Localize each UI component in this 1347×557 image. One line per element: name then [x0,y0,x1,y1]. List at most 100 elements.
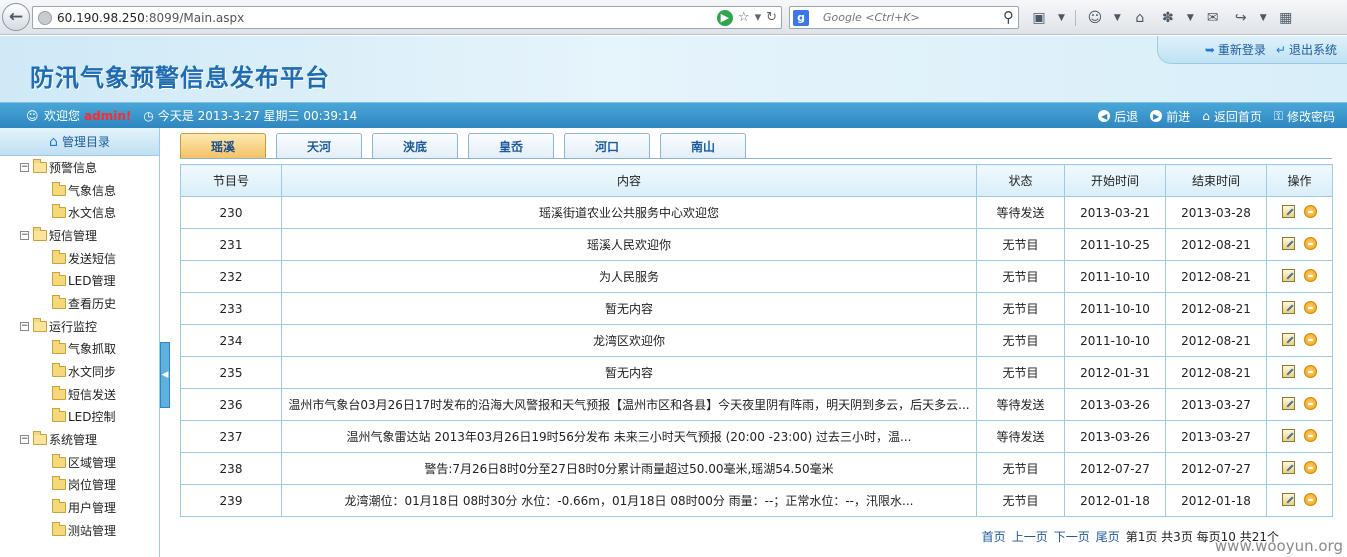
cell-status: 无节目 [976,260,1065,293]
nav-tree: − 预警信息 气象信息 水文信息 − 短信管理 发送短信 LED管理 查看历史 − 运… [0,156,159,542]
home-icon[interactable]: ⌂ [1131,9,1149,27]
collapse-toggle-icon[interactable]: − [20,162,29,172]
change-password-link[interactable]: ⚿ 修改密码 [1274,108,1335,125]
edit-icon[interactable] [1282,428,1295,442]
search-bar[interactable]: g ⚲ [789,6,1019,29]
tree-item-hydro-info[interactable]: 水文信息 [52,201,159,224]
delete-icon[interactable] [1304,268,1317,282]
col-header-end[interactable]: 结束时间 [1165,164,1267,197]
forward-link[interactable]: ▶ 前进 [1150,108,1190,125]
cell-status: 无节目 [976,356,1065,389]
delete-icon[interactable] [1304,332,1317,346]
tree-group-sms[interactable]: − 短信管理 [20,224,159,247]
chevron-down-icon[interactable]: ▼ [1114,13,1121,23]
tree-group-system[interactable]: − 系统管理 [20,428,159,451]
last-page-link[interactable]: 尾页 [1096,528,1120,545]
delete-icon[interactable] [1304,396,1317,410]
bug-icon[interactable]: ✽ [1159,9,1177,27]
edit-icon[interactable] [1282,204,1295,218]
windows-icon[interactable]: ▦ [1277,9,1295,27]
tab-nanshan[interactable]: 南山 [660,133,746,158]
forward-label: 前进 [1166,109,1191,124]
cell-id: 238 [180,452,282,485]
tab-yaoxi[interactable]: 瑶溪 [180,133,266,158]
cell-start: 2011-10-10 [1064,292,1166,325]
folder-open-icon [33,317,47,332]
edit-icon[interactable] [1282,460,1295,474]
tree-item-users[interactable]: 用户管理 [52,496,159,519]
tree-group-warning[interactable]: − 预警信息 [20,156,159,179]
tab-jiadi[interactable]: 浃底 [372,133,458,158]
reload-icon[interactable]: ↻ [766,10,777,25]
sidebar-collapse-handle[interactable]: ◀ [160,342,170,408]
address-bar[interactable]: 60.190.98.250:8099/Main.aspx ▶ ☆ ▾ ↻ [32,6,782,29]
screenshot-icon[interactable]: ▣ [1030,9,1048,27]
mail-icon[interactable]: ✉ [1204,9,1222,27]
collapse-toggle-icon[interactable]: − [20,230,29,240]
delete-icon[interactable] [1304,460,1317,474]
delete-icon[interactable] [1304,236,1317,250]
col-header-status[interactable]: 状态 [976,164,1065,197]
edit-icon[interactable] [1282,332,1295,346]
folder-open-icon [33,158,47,173]
share-icon[interactable]: ↪ [1232,9,1250,27]
edit-icon[interactable] [1282,364,1295,378]
tree-item-led-control[interactable]: LED控制 [52,406,159,429]
delete-icon[interactable] [1304,492,1317,506]
go-icon[interactable]: ▶ [716,9,733,26]
chevron-down-icon[interactable]: ▼ [1260,13,1267,23]
back-link[interactable]: ◀ 后退 [1098,108,1138,125]
sidebar-title: 管理目录 [61,135,110,149]
cell-id: 237 [180,420,282,453]
history-dropdown-icon[interactable]: ▾ [755,10,762,25]
tab-huangao[interactable]: 皇岙 [468,133,554,158]
collapse-toggle-icon[interactable]: − [20,435,29,445]
next-page-link[interactable]: 下一页 [1054,528,1090,545]
search-input[interactable] [823,11,993,24]
collapse-toggle-icon[interactable]: − [20,321,29,331]
chevron-down-icon[interactable]: ▼ [1187,13,1194,23]
tree-item-weather-fetch[interactable]: 气象抓取 [52,338,159,361]
edit-icon[interactable] [1282,236,1295,250]
col-header-start[interactable]: 开始时间 [1064,164,1166,197]
bookmark-star-icon[interactable]: ☆ [738,10,750,25]
tree-group-monitor[interactable]: − 运行监控 [20,315,159,338]
tab-hekou[interactable]: 河口 [564,133,650,158]
house-icon: ⌂ [1202,109,1210,123]
table-row: 234 龙湾区欢迎你 无节目 2011-10-10 2012-08-21 [180,324,1333,357]
tree-item-region[interactable]: 区域管理 [52,451,159,474]
cell-id: 235 [180,356,282,389]
tree-item-send-sms[interactable]: 发送短信 [52,247,159,270]
col-header-id[interactable]: 节目号 [180,164,282,197]
home-label: 返回首页 [1213,109,1262,124]
tree-item-hydro-sync[interactable]: 水文同步 [52,360,159,383]
home-link[interactable]: ⌂ 返回首页 [1202,108,1262,125]
search-icon[interactable]: ⚲ [1003,8,1014,26]
site-identity-icon[interactable] [38,10,52,25]
chevron-down-icon[interactable]: ▼ [1058,13,1065,23]
edit-icon[interactable] [1282,268,1295,282]
tree-item-post[interactable]: 岗位管理 [52,474,159,497]
smiley-icon[interactable]: ☺ [1086,9,1104,27]
delete-icon[interactable] [1304,300,1317,314]
edit-icon[interactable] [1282,300,1295,314]
tree-item-sms-send[interactable]: 短信发送 [52,383,159,406]
browser-back-button[interactable]: ← [2,3,30,31]
first-page-link[interactable]: 首页 [982,528,1006,545]
edit-icon[interactable] [1282,396,1295,410]
col-header-content[interactable]: 内容 [281,164,977,197]
cell-start: 2011-10-25 [1064,228,1166,261]
tree-item-led-manage[interactable]: LED管理 [52,269,159,292]
logout-link[interactable]: ↵ 退出系统 [1276,41,1337,58]
prev-page-link[interactable]: 上一页 [1012,528,1048,545]
google-engine-icon[interactable]: g [793,9,809,26]
tree-item-history[interactable]: 查看历史 [52,292,159,315]
delete-icon[interactable] [1304,428,1317,442]
tab-tianhe[interactable]: 天河 [276,133,362,158]
relogin-link[interactable]: ➥ 重新登录 [1205,41,1266,58]
tree-item-stations[interactable]: 测站管理 [52,519,159,542]
edit-icon[interactable] [1282,492,1295,506]
delete-icon[interactable] [1304,204,1317,218]
delete-icon[interactable] [1304,364,1317,378]
tree-item-weather-info[interactable]: 气象信息 [52,179,159,202]
